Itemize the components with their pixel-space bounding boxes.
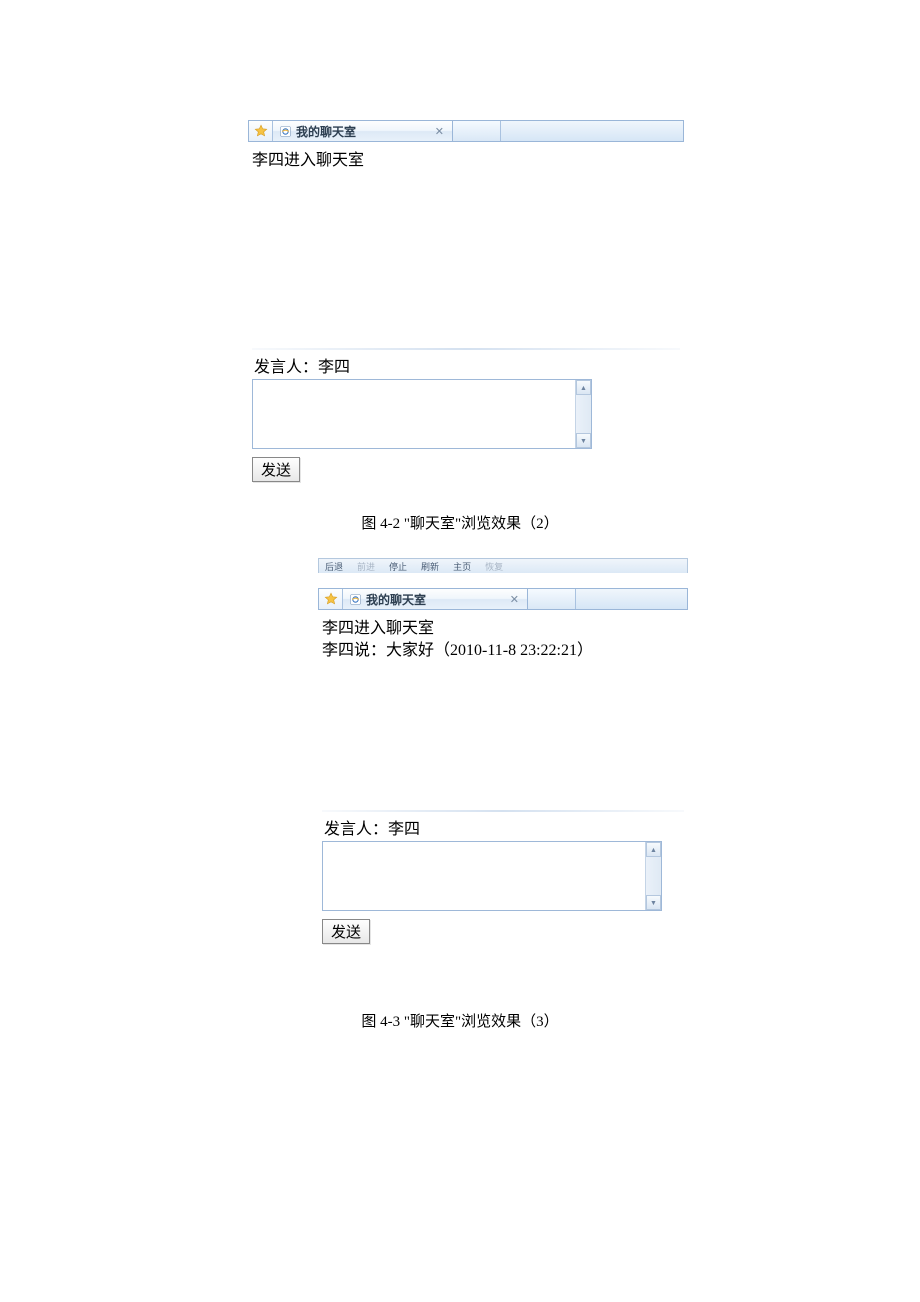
scroll-down-icon[interactable]: ▼ [646,895,661,910]
send-button[interactable]: 发送 [322,919,370,944]
chat-message: 李四进入聊天室 [252,150,680,172]
message-textarea[interactable]: ▲ ▼ [252,379,592,449]
toolbar-stop[interactable]: 停止 [389,560,407,573]
figure-4-2: 我的聊天室 ✕ 李四进入聊天室 发言人：李四 ▲ ▼ 发送 [248,120,684,482]
browser-toolbar: 后退 前进 停止 刷新 主页 恢复 [318,558,688,573]
figure-4-3: 后退 前进 停止 刷新 主页 恢复 我的聊天室 ✕ [318,558,688,944]
page-icon [349,593,362,606]
chat-message: 李四进入聊天室 [322,618,684,640]
toolbar-home[interactable]: 主页 [453,560,471,573]
scroll-up-icon[interactable]: ▲ [576,380,591,395]
new-tab-button[interactable] [453,121,501,141]
send-button[interactable]: 发送 [252,457,300,482]
close-icon[interactable]: ✕ [433,125,446,138]
figure-caption: 图 4-2 "聊天室"浏览效果（2） [0,512,920,533]
browser-tab[interactable]: 我的聊天室 ✕ [343,589,528,609]
browser-tab-bar: 我的聊天室 ✕ [248,120,684,142]
browser-tab-bar: 我的聊天室 ✕ [318,588,688,610]
chat-message: 李四说：大家好（2010-11-8 23:22:21） [322,640,684,662]
chat-display-area: 李四进入聊天室 李四说：大家好（2010-11-8 23:22:21） 发言人：… [318,614,688,944]
tab-bar-rest [501,121,683,141]
toolbar-back[interactable]: 后退 [325,560,343,573]
star-icon [324,592,338,606]
tab-title: 我的聊天室 [366,591,504,608]
scroll-down-icon[interactable]: ▼ [576,433,591,448]
scroll-up-icon[interactable]: ▲ [646,842,661,857]
tab-title: 我的聊天室 [296,123,429,140]
new-tab-button[interactable] [528,589,576,609]
browser-tab[interactable]: 我的聊天室 ✕ [273,121,453,141]
figure-caption: 图 4-3 "聊天室"浏览效果（3） [0,1010,920,1031]
toolbar-forward[interactable]: 前进 [357,560,375,573]
toolbar-restore[interactable]: 恢复 [485,560,503,573]
divider [322,810,684,812]
speaker-label: 发言人：李四 [252,353,680,377]
scrollbar[interactable]: ▲ ▼ [575,380,591,448]
page-icon [279,125,292,138]
tab-bar-rest [576,589,687,609]
divider [252,348,680,350]
message-textarea[interactable]: ▲ ▼ [322,841,662,911]
close-icon[interactable]: ✕ [508,593,521,606]
speaker-label: 发言人：李四 [322,815,684,839]
chat-display-area: 李四进入聊天室 发言人：李四 ▲ ▼ 发送 [248,146,684,482]
scrollbar[interactable]: ▲ ▼ [645,842,661,910]
favorites-button[interactable] [319,589,343,609]
favorites-button[interactable] [249,121,273,141]
toolbar-refresh[interactable]: 刷新 [421,560,439,573]
star-icon [254,124,268,138]
